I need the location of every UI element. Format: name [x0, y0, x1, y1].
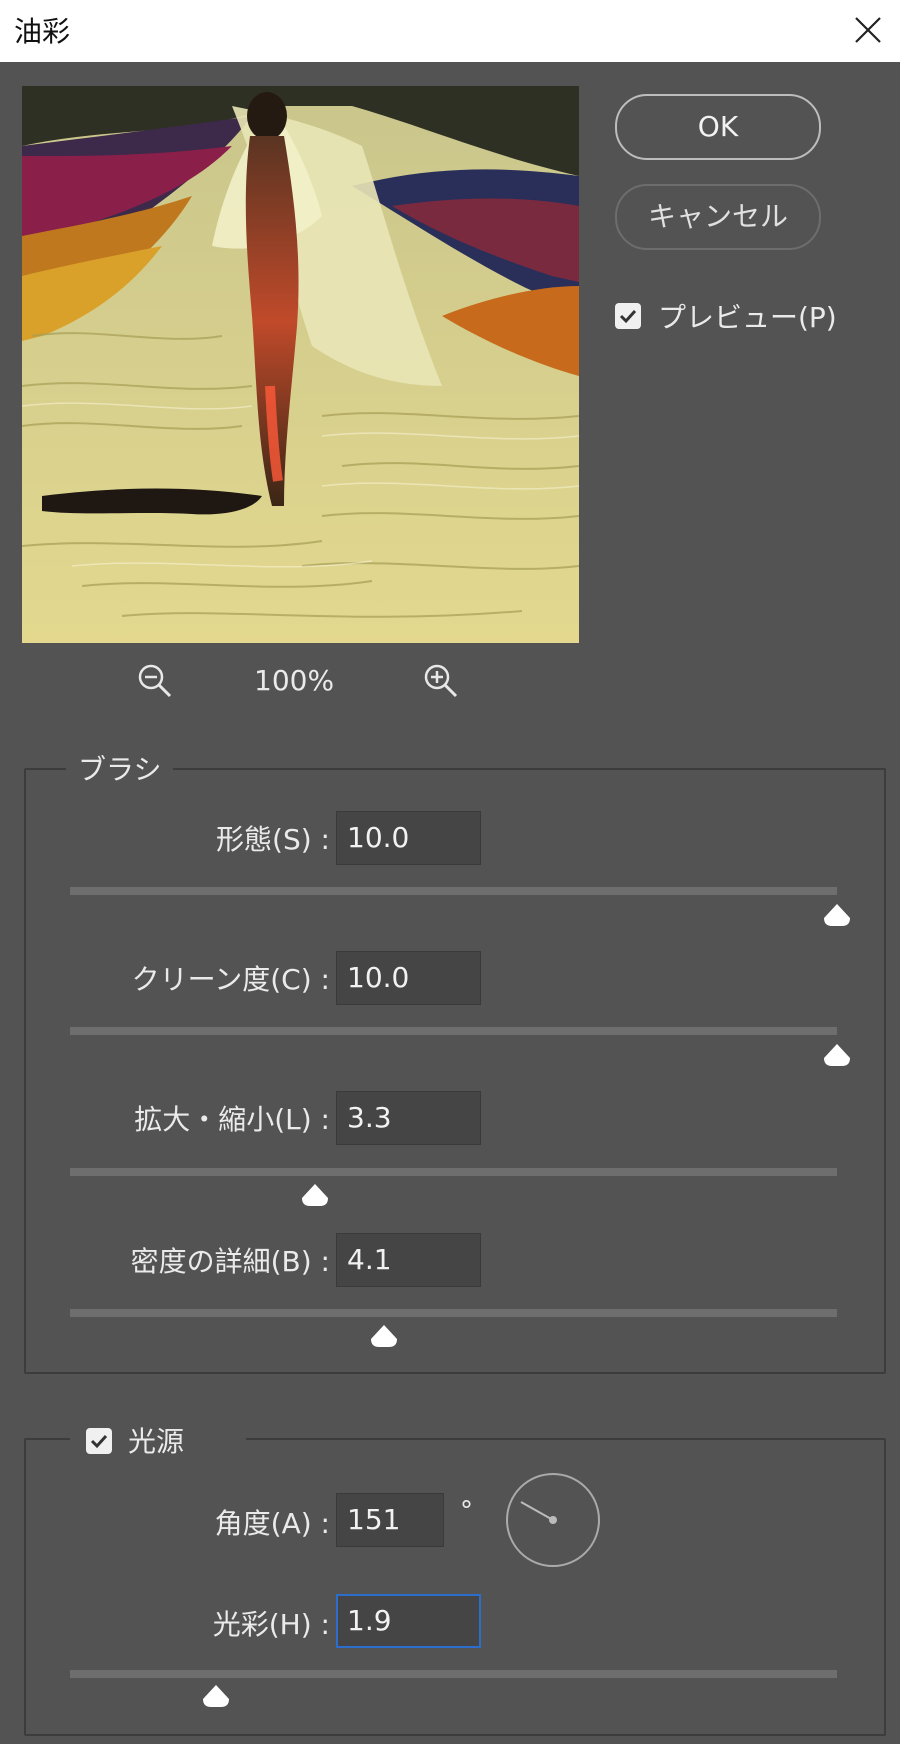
style-slider-thumb[interactable] [822, 902, 852, 928]
cancel-button[interactable]: キャンセル [615, 184, 821, 250]
checkmark-icon [90, 1434, 108, 1449]
title-bar: 油彩 [0, 0, 900, 62]
cleanliness-slider-track[interactable] [70, 1027, 837, 1035]
style-slider-track[interactable] [70, 887, 837, 895]
preview-image[interactable] [22, 86, 579, 643]
shine-slider-thumb[interactable] [201, 1683, 231, 1709]
preview-checkbox[interactable] [615, 303, 641, 329]
lighting-legend: 光源 [120, 1420, 193, 1460]
bristle-detail-slider-thumb[interactable] [369, 1323, 399, 1349]
brush-legend: ブラシ [66, 748, 174, 788]
zoom-level: 100% [254, 664, 335, 697]
scale-label: 拡大・縮小(L) : [134, 1103, 330, 1136]
scale-slider-thumb[interactable] [300, 1182, 330, 1208]
preview-label: プレビュー(P) [658, 301, 837, 334]
shine-input[interactable]: 1.9 [336, 1594, 481, 1648]
cleanliness-label: クリーン度(C) : [131, 963, 330, 996]
shine-label: 光彩(H) : [212, 1608, 330, 1641]
cleanliness-slider-thumb[interactable] [822, 1042, 852, 1068]
lighting-checkbox[interactable] [86, 1428, 112, 1454]
angle-label: 角度(A) : [214, 1507, 330, 1540]
scale-slider-track[interactable] [70, 1168, 837, 1176]
style-label: 形態(S) : [216, 823, 330, 856]
lighting-group [24, 1438, 886, 1736]
bristle-detail-label: 密度の詳細(B) : [130, 1245, 330, 1278]
bristle-detail-input[interactable]: 4.1 [336, 1233, 481, 1287]
dialog-title: 油彩 [14, 15, 71, 48]
ok-button[interactable]: OK [615, 94, 821, 160]
style-input[interactable]: 10.0 [336, 811, 481, 865]
scale-input[interactable]: 3.3 [336, 1091, 481, 1145]
shine-slider-track[interactable] [70, 1670, 837, 1678]
degree-unit: ° [460, 1496, 473, 1526]
angle-input[interactable]: 151 [336, 1493, 444, 1547]
bristle-detail-slider-track[interactable] [70, 1309, 837, 1317]
checkmark-icon [619, 309, 637, 324]
close-icon[interactable] [848, 10, 888, 50]
zoom-out-icon[interactable] [136, 662, 174, 700]
angle-dial[interactable] [505, 1472, 601, 1568]
cleanliness-input[interactable]: 10.0 [336, 951, 481, 1005]
zoom-in-icon[interactable] [422, 662, 460, 700]
